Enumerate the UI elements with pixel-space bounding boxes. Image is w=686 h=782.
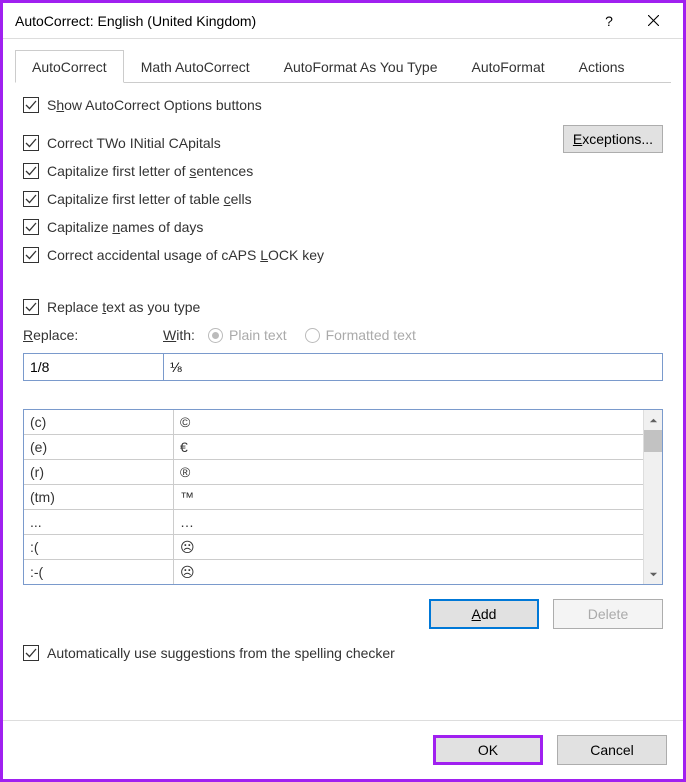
cell-from: (c) (24, 410, 174, 434)
titlebar: AutoCorrect: English (United Kingdom) ? (3, 3, 683, 39)
add-button[interactable]: Add (429, 599, 539, 629)
scroll-thumb[interactable] (644, 430, 662, 452)
cell-to: … (174, 514, 643, 530)
tab-strip: AutoCorrect Math AutoCorrect AutoFormat … (15, 49, 671, 83)
replace-section: Replace text as you type Replace: With: … (23, 299, 663, 673)
two-initial-label: Correct TWo INitial CApitals (47, 135, 221, 151)
table-row[interactable]: ... … (24, 510, 643, 535)
table-row[interactable]: (e) € (24, 435, 643, 460)
tab-autocorrect[interactable]: AutoCorrect (15, 50, 124, 83)
table-row[interactable]: (r) ® (24, 460, 643, 485)
first-table-row: Capitalize first letter of table cells (23, 191, 663, 207)
with-input[interactable] (163, 353, 663, 381)
spell-suggest-label: Automatically use suggestions from the s… (47, 645, 395, 661)
show-options-label: Show AutoCorrect Options buttons (47, 97, 262, 113)
checkbox-caps-lock[interactable] (23, 247, 39, 263)
cancel-button[interactable]: Cancel (557, 735, 667, 765)
table-scrollbar[interactable] (643, 410, 662, 584)
radio-dot-icon (212, 332, 219, 339)
close-button[interactable] (631, 6, 675, 36)
cell-to: ™ (174, 489, 643, 505)
formatted-text-label: Formatted text (326, 327, 416, 343)
autocorrect-dialog: AutoCorrect: English (United Kingdom) ? … (0, 0, 686, 782)
window-title: AutoCorrect: English (United Kingdom) (15, 13, 587, 29)
with-label: With: (163, 327, 208, 343)
input-row (23, 353, 663, 381)
chevron-down-icon (649, 570, 658, 579)
dialog-footer: OK Cancel (3, 720, 683, 779)
check-icon (25, 165, 37, 177)
ok-button[interactable]: OK (433, 735, 543, 765)
scroll-track[interactable] (644, 452, 662, 564)
check-icon (25, 249, 37, 261)
format-radio-group: Plain text Formatted text (208, 327, 416, 343)
check-icon (25, 221, 37, 233)
first-sentence-label: Capitalize first letter of sentences (47, 163, 253, 179)
cell-from: (e) (24, 435, 174, 459)
table-row[interactable]: :( ☹ (24, 535, 643, 560)
plain-text-label: Plain text (229, 327, 287, 343)
first-table-label: Capitalize first letter of table cells (47, 191, 252, 207)
table-row[interactable]: :-( ☹ (24, 560, 643, 584)
table-row[interactable]: (tm) ™ (24, 485, 643, 510)
replace-text-label: Replace text as you type (47, 299, 200, 315)
replace-input[interactable] (23, 353, 163, 381)
check-icon (25, 301, 37, 313)
chevron-up-icon (649, 416, 658, 425)
names-days-row: Capitalize names of days (23, 219, 663, 235)
check-icon (25, 193, 37, 205)
cell-to: € (174, 439, 643, 455)
caps-lock-row: Correct accidental usage of cAPS LOCK ke… (23, 247, 663, 263)
scroll-up-button[interactable] (644, 410, 662, 430)
table-body[interactable]: (c) © (e) € (r) ® (tm) ™ (24, 410, 643, 584)
content-area: AutoCorrect Math AutoCorrect AutoFormat … (3, 39, 683, 720)
replacements-table: (c) © (e) € (r) ® (tm) ™ (23, 409, 663, 585)
checkbox-names-days[interactable] (23, 219, 39, 235)
table-buttons-row: Add Delete (23, 599, 663, 629)
check-icon (25, 137, 37, 149)
radio-formatted-text: Formatted text (305, 327, 416, 343)
checkbox-first-table[interactable] (23, 191, 39, 207)
radio-plain-text: Plain text (208, 327, 287, 343)
radio-formatted-circle (305, 328, 320, 343)
names-days-label: Capitalize names of days (47, 219, 203, 235)
exceptions-button[interactable]: Exceptions... (563, 125, 663, 153)
cell-from: :-( (24, 560, 174, 584)
replace-text-row: Replace text as you type (23, 299, 663, 315)
cell-from: (r) (24, 460, 174, 484)
show-options-row: Show AutoCorrect Options buttons (23, 97, 663, 113)
autocorrect-panel: Show AutoCorrect Options buttons Excepti… (15, 83, 671, 710)
cell-to: ☹ (174, 539, 643, 556)
field-labels-row: Replace: With: Plain text Formatted text (23, 327, 663, 343)
caps-lock-label: Correct accidental usage of cAPS LOCK ke… (47, 247, 324, 263)
first-sentence-row: Capitalize first letter of sentences (23, 163, 663, 179)
checkbox-replace-text[interactable] (23, 299, 39, 315)
tab-actions[interactable]: Actions (562, 50, 642, 83)
replace-label: Replace: (23, 327, 163, 343)
tab-autoformat[interactable]: AutoFormat (454, 50, 561, 83)
spell-suggest-row: Automatically use suggestions from the s… (23, 645, 663, 661)
checkbox-first-sentence[interactable] (23, 163, 39, 179)
table-row[interactable]: (c) © (24, 410, 643, 435)
scroll-down-button[interactable] (644, 564, 662, 584)
tab-math-autocorrect[interactable]: Math AutoCorrect (124, 50, 267, 83)
tab-autoformat-as-you-type[interactable]: AutoFormat As You Type (267, 50, 455, 83)
check-icon (25, 647, 37, 659)
close-icon (648, 15, 659, 26)
delete-button: Delete (553, 599, 663, 629)
cell-to: ® (174, 464, 643, 480)
checkbox-spell-suggest[interactable] (23, 645, 39, 661)
cell-to: ☹ (174, 564, 643, 581)
cell-from: ... (24, 510, 174, 534)
radio-plain-circle (208, 328, 223, 343)
check-icon (25, 99, 37, 111)
cell-from: :( (24, 535, 174, 559)
checkbox-two-initial[interactable] (23, 135, 39, 151)
help-button[interactable]: ? (587, 6, 631, 36)
checkbox-show-options[interactable] (23, 97, 39, 113)
cell-to: © (174, 414, 643, 430)
cell-from: (tm) (24, 485, 174, 509)
